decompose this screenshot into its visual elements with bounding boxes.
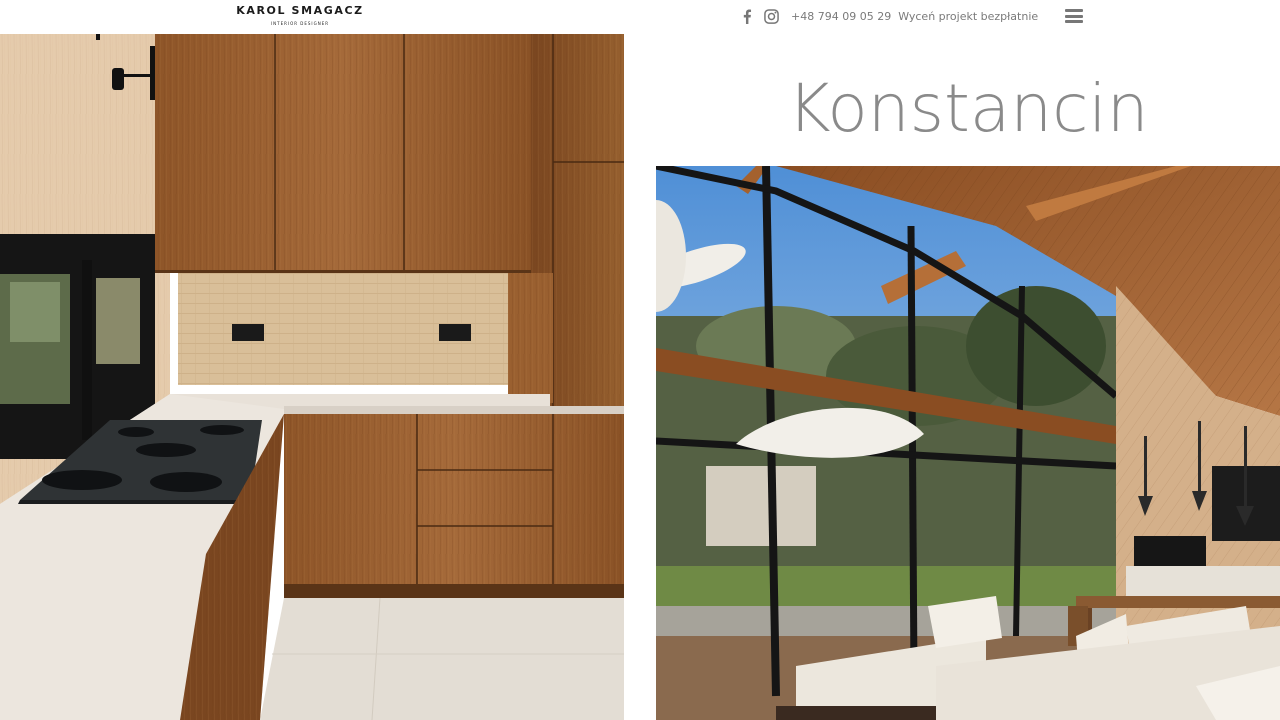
top-contact-bar: +48 794 09 05 29 Wyceń projekt bezpłatni… — [737, 7, 1086, 25]
page-title: Konstancin — [787, 70, 1149, 147]
brand-logo[interactable]: KAROL SMAGACZ INTERIOR DESIGNER — [200, 4, 400, 26]
facebook-icon[interactable] — [737, 7, 757, 25]
site-header: KAROL SMAGACZ INTERIOR DESIGNER +48 794 … — [0, 0, 1280, 34]
brand-name: KAROL SMAGACZ — [236, 4, 364, 17]
living-room-photo — [656, 166, 1280, 720]
phone-link[interactable]: +48 794 09 05 29 — [791, 10, 891, 23]
hamburger-menu-icon[interactable] — [1062, 7, 1086, 25]
kitchen-photo — [0, 34, 624, 720]
brand-tagline: INTERIOR DESIGNER — [270, 21, 330, 26]
instagram-icon[interactable] — [761, 7, 781, 25]
free-quote-link[interactable]: Wyceń projekt bezpłatnie — [898, 10, 1038, 23]
